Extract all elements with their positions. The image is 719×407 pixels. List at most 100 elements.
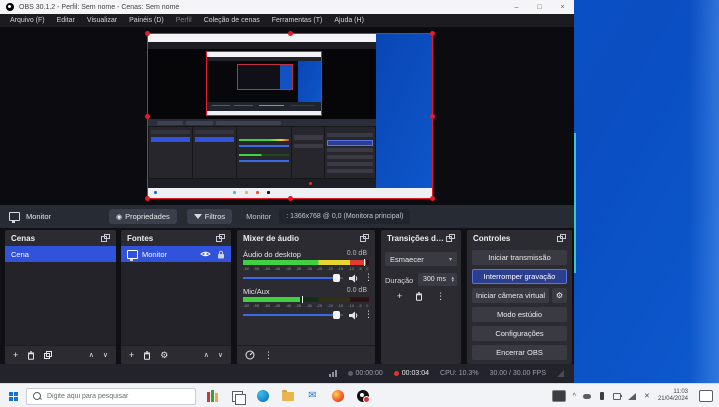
- virtual-camera-settings-gear[interactable]: ⚙: [552, 288, 567, 303]
- resize-grip[interactable]: [557, 370, 564, 377]
- remove-scene-button[interactable]: [27, 351, 35, 360]
- volume-muted-icon[interactable]: ✕: [643, 392, 651, 400]
- screen: OBS 30.1.2 - Perfil: Sem nome - Cenas: S…: [0, 0, 719, 407]
- mail-icon[interactable]: ✉: [306, 390, 319, 403]
- add-source-button[interactable]: +: [129, 351, 134, 360]
- speaker-icon[interactable]: [349, 274, 359, 283]
- menu-item-perfil[interactable]: Perfil: [170, 17, 198, 24]
- remove-transition-button[interactable]: [415, 292, 423, 301]
- wallpaper-light-band: [689, 0, 719, 383]
- resize-handle-bottom[interactable]: [288, 196, 293, 201]
- studio-mode-button[interactable]: Modo estúdio: [472, 307, 567, 322]
- resize-handle-top[interactable]: [288, 31, 293, 36]
- obs-taskbar-icon[interactable]: [356, 390, 369, 403]
- db-tick-label: -40: [285, 266, 291, 271]
- minimize-button[interactable]: –: [505, 0, 528, 14]
- start-virtual-camera-button[interactable]: Iniciar câmera virtual: [472, 288, 549, 303]
- remove-source-button[interactable]: [143, 351, 151, 360]
- popout-dock-icon[interactable]: [360, 234, 369, 242]
- notification-center-icon[interactable]: [699, 390, 713, 402]
- add-transition-button[interactable]: +: [397, 292, 402, 301]
- taskbar-search-box[interactable]: [26, 388, 196, 405]
- db-tick-label: -40: [285, 303, 291, 308]
- channel-options-dots[interactable]: ⋮: [364, 310, 373, 319]
- source-move-down-button[interactable]: ∨: [218, 352, 223, 359]
- filters-button[interactable]: Filtros: [187, 209, 232, 224]
- menu-item-ferramentas[interactable]: Ferramentas (T): [266, 17, 329, 24]
- close-button[interactable]: ×: [551, 0, 574, 14]
- visibility-eye-icon[interactable]: [200, 250, 211, 258]
- preview-source-monitor[interactable]: [147, 33, 433, 199]
- vu-meter-desktop-audio: [243, 260, 369, 265]
- db-tick-label: -25: [317, 303, 323, 308]
- add-scene-button[interactable]: +: [13, 351, 18, 360]
- library-books-icon[interactable]: [206, 390, 219, 403]
- db-tick-label: -60: [243, 303, 249, 308]
- menu-item-visualizar[interactable]: Visualizar: [81, 17, 123, 24]
- fps-counter: 30.00 / 30.00 FPS: [490, 370, 546, 377]
- menu-item-ajuda[interactable]: Ajuda (H): [328, 17, 370, 24]
- taskbar-clock[interactable]: 11:03 21/04/2024: [658, 389, 688, 404]
- duplicate-scene-button[interactable]: [44, 351, 52, 359]
- speaker-icon[interactable]: [349, 311, 359, 320]
- mixer-options-dots[interactable]: ⋮: [264, 351, 273, 360]
- db-tick-label: -35: [296, 266, 302, 271]
- source-item-monitor[interactable]: Monitor: [121, 246, 231, 262]
- db-scale: -60-55-50-45-40-35-30-25-20-15-10-50: [243, 266, 369, 271]
- resize-handle-bottom-left[interactable]: [145, 196, 150, 201]
- popout-dock-icon[interactable]: [216, 234, 225, 242]
- scene-move-down-button[interactable]: ∨: [103, 352, 108, 359]
- hidden-icons-chevron[interactable]: ^: [573, 393, 576, 400]
- file-explorer-icon[interactable]: [281, 390, 294, 403]
- resize-handle-bottom-right[interactable]: [430, 196, 435, 201]
- transition-options-dots[interactable]: ⋮: [436, 292, 445, 301]
- exit-obs-button[interactable]: Encerrar OBS: [472, 345, 567, 360]
- captured-obs-window: [148, 34, 376, 188]
- obs-logo-icon: [6, 3, 14, 11]
- menu-item-editar[interactable]: Editar: [51, 17, 81, 24]
- settings-button[interactable]: Configurações: [472, 326, 567, 341]
- resize-handle-top-left[interactable]: [145, 31, 150, 36]
- stats-icon[interactable]: [329, 370, 337, 377]
- firefox-icon[interactable]: [331, 390, 344, 403]
- resize-handle-right[interactable]: [430, 114, 435, 119]
- edge-browser-icon[interactable]: [256, 390, 269, 403]
- transition-select-dropdown[interactable]: Esmaecer ▾: [385, 252, 457, 266]
- preview-canvas: [0, 27, 574, 205]
- channel-options-dots[interactable]: ⋮: [364, 273, 373, 282]
- popout-dock-icon[interactable]: [446, 234, 455, 242]
- scene-move-up-button[interactable]: ∧: [89, 352, 94, 359]
- scene-item[interactable]: Cena: [5, 246, 116, 262]
- monitor-select-dropdown[interactable]: : 1366x768 @ 0,0 (Monitora principal): [279, 209, 410, 224]
- battery-icon[interactable]: [613, 392, 621, 400]
- phone-link-icon[interactable]: [598, 392, 606, 400]
- start-button[interactable]: [0, 384, 26, 407]
- spin-down-icon[interactable]: ▾: [451, 280, 454, 283]
- source-properties-gear-button[interactable]: ⚙: [160, 351, 168, 360]
- maximize-button[interactable]: □: [528, 0, 551, 14]
- lock-icon[interactable]: [217, 250, 225, 259]
- menu-item-colecao-de-cenas[interactable]: Coleção de cenas: [198, 17, 266, 24]
- volume-slider-desktop-audio[interactable]: [243, 274, 343, 282]
- popout-dock-icon[interactable]: [557, 234, 566, 242]
- volume-slider-mic-aux[interactable]: [243, 311, 343, 319]
- db-scale: -60-55-50-45-40-35-30-25-20-15-10-50: [243, 303, 369, 308]
- start-streaming-button[interactable]: Iniciar transmissão: [472, 250, 567, 265]
- menu-item-paineis[interactable]: Painéis (D): [123, 17, 170, 24]
- resize-handle-left[interactable]: [145, 114, 150, 119]
- network-icon[interactable]: [628, 392, 636, 400]
- popout-dock-icon[interactable]: [101, 234, 110, 242]
- stop-recording-button[interactable]: Interromper gravação: [472, 269, 567, 284]
- task-view-icon[interactable]: [231, 390, 244, 403]
- db-tick-label: -55: [254, 266, 260, 271]
- source-move-up-button[interactable]: ∧: [204, 352, 209, 359]
- duration-spinner[interactable]: 300 ms ▴ ▾: [418, 273, 457, 286]
- advanced-audio-knob-icon[interactable]: [245, 350, 255, 360]
- resize-handle-top-right[interactable]: [430, 31, 435, 36]
- properties-button[interactable]: ◉ Propriedades: [109, 209, 177, 224]
- onedrive-cloud-icon[interactable]: [583, 392, 591, 400]
- tray-app-icon[interactable]: [552, 390, 566, 402]
- menu-item-arquivo[interactable]: Arquivo (F): [4, 17, 51, 24]
- db-tick-label: -30: [306, 303, 312, 308]
- search-input[interactable]: [45, 392, 189, 401]
